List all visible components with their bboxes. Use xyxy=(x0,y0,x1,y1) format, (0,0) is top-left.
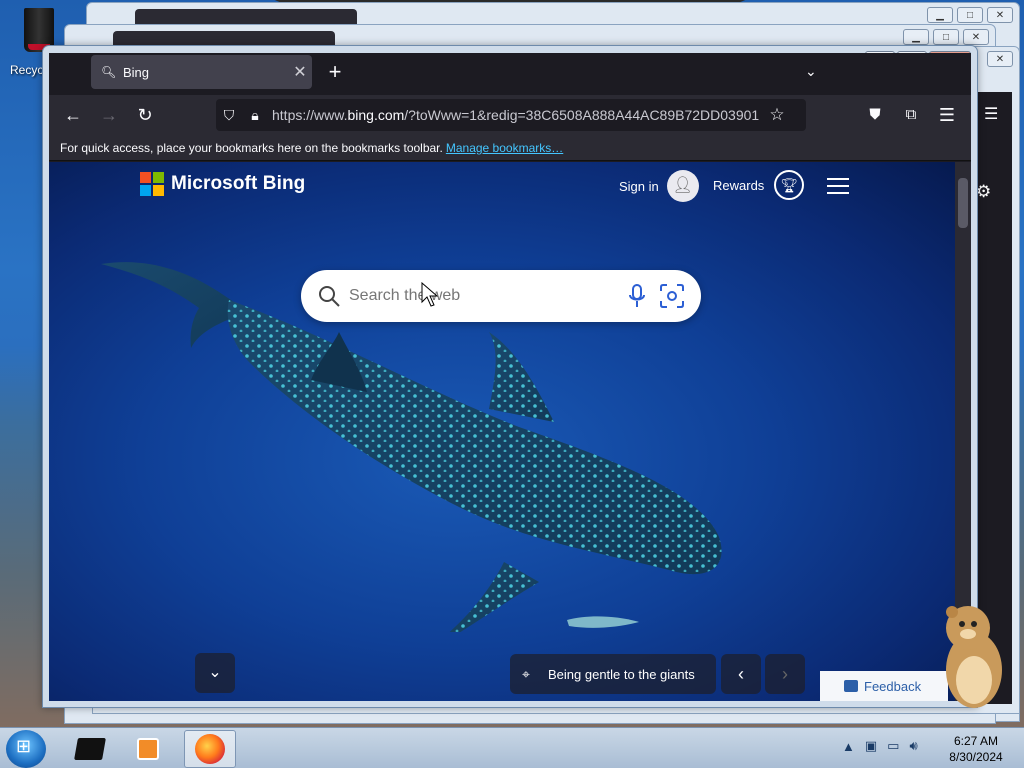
system-tray: ▲ ▣ ▭ 🔊︎ xyxy=(842,738,918,754)
menu-icon[interactable]: ☰ xyxy=(984,104,998,124)
feedback-icon xyxy=(844,680,858,692)
image-caption-button[interactable]: ⌖ Being gentle to the giants xyxy=(510,654,716,694)
visual-search-icon[interactable] xyxy=(659,283,685,309)
lock-icon[interactable]: 🔒︎ xyxy=(242,107,268,124)
microsoft-logo-icon xyxy=(140,172,164,196)
reload-button[interactable]: ↻ xyxy=(131,103,159,127)
app-menu-icon[interactable]: ☰ xyxy=(933,103,961,127)
tab-bing[interactable]: 🔍︎ Bing ✕ xyxy=(91,55,312,89)
scrollbar-thumb[interactable] xyxy=(958,178,968,228)
feedback-label: Feedback xyxy=(864,678,922,694)
minimize-icon[interactable]: ▁ xyxy=(903,29,929,45)
recycle-bin-label: Recyc xyxy=(10,63,44,77)
volume-icon[interactable]: 🔊︎ xyxy=(909,738,917,754)
display-icon[interactable]: ▭ xyxy=(887,738,899,754)
mouse-cursor xyxy=(421,282,439,307)
bing-homepage: Microsoft Bing Sign in 👤︎ Rewards 🏆︎ Sea… xyxy=(49,162,955,701)
start-button[interactable] xyxy=(6,730,46,768)
rewards-label: Rewards xyxy=(713,177,765,193)
background-window-controls: ▁ □ ✕ xyxy=(903,29,989,45)
close-icon[interactable]: ✕ xyxy=(987,51,1013,67)
forward-button[interactable]: → xyxy=(95,103,123,127)
clock-date: 8/30/2024 xyxy=(949,750,1003,764)
background-window-controls: ✕ xyxy=(987,51,1013,67)
taskbar: ▲ ▣ ▭ 🔊︎ 6:27 AM 8/30/2024 xyxy=(0,727,1024,768)
pocket-icon[interactable]: ⛊ xyxy=(861,103,889,127)
bing-logo[interactable]: Microsoft Bing xyxy=(140,172,305,196)
show-hidden-icons-icon[interactable]: ▲ xyxy=(842,739,855,754)
firefox-icon xyxy=(195,734,225,764)
network-adapter-icon[interactable]: ▣ xyxy=(865,738,877,754)
tab-bar: 🔍︎ Bing ✕ + ⌄ xyxy=(49,53,971,93)
url-text[interactable]: https://www.bing.com/?toWww=1&redig=38C6… xyxy=(272,107,762,123)
navigation-toolbar: ← → ↻ ⛉ 🔒︎ https://www.bing.com/?toWww=1… xyxy=(49,95,971,135)
feedback-button[interactable]: Feedback xyxy=(820,671,948,701)
background-window-controls: ▁ □ ✕ xyxy=(927,7,1013,23)
back-button[interactable]: ← xyxy=(59,103,87,127)
terminal-icon xyxy=(74,738,106,760)
browser-window: ▁ □ ✕ 🔍︎ Bing ✕ + ⌄ ← → ↻ ⛉ 🔒︎ https://w… xyxy=(42,45,978,708)
search-box[interactable] xyxy=(301,270,701,322)
trophy-icon: 🏆︎ xyxy=(774,170,805,200)
address-bar[interactable]: ⛉ 🔒︎ https://www.bing.com/?toWww=1&redig… xyxy=(216,99,806,131)
media-player-icon xyxy=(137,738,159,760)
bookmarks-hint: For quick access, place your bookmarks h… xyxy=(60,141,443,155)
close-icon[interactable]: ✕ xyxy=(987,7,1013,23)
sign-in-label: Sign in xyxy=(619,178,659,194)
browser-content: 🔍︎ Bing ✕ + ⌄ ← → ↻ ⛉ 🔒︎ https://www.bin… xyxy=(49,53,971,701)
bing-wordmark: Microsoft Bing xyxy=(171,173,306,194)
clock-time: 6:27 AM xyxy=(953,734,999,748)
rewards-button[interactable]: Rewards 🏆︎ xyxy=(713,170,805,200)
search-icon xyxy=(317,284,341,308)
new-tab-button[interactable]: + xyxy=(323,59,347,85)
hamburger-menu-icon[interactable] xyxy=(827,178,849,194)
hamster-mascot-image xyxy=(946,606,1002,708)
taskbar-app-media-player[interactable] xyxy=(122,730,174,768)
search-input[interactable] xyxy=(349,287,609,305)
taskbar-app-terminal[interactable] xyxy=(64,730,116,768)
next-image-button[interactable]: › xyxy=(765,654,805,694)
gear-icon[interactable]: ⚙ xyxy=(976,182,991,202)
maximize-icon[interactable]: □ xyxy=(957,7,983,23)
bookmarks-toolbar: For quick access, place your bookmarks h… xyxy=(49,135,971,161)
user-avatar-icon: 👤︎ xyxy=(666,170,699,202)
microphone-icon[interactable] xyxy=(627,283,647,309)
location-pin-icon: ⌖ xyxy=(522,665,530,682)
image-caption-text: Being gentle to the giants xyxy=(548,666,695,682)
maximize-icon[interactable]: □ xyxy=(933,29,959,45)
minimize-icon[interactable]: ▁ xyxy=(927,7,953,23)
extensions-icon[interactable]: ⧉ xyxy=(897,103,925,127)
list-all-tabs-icon[interactable]: ⌄ xyxy=(805,63,817,80)
manage-bookmarks-link[interactable]: Manage bookmarks… xyxy=(446,141,563,155)
system-clock[interactable]: 6:27 AM 8/30/2024 xyxy=(936,733,1016,765)
taskbar-app-firefox[interactable] xyxy=(184,730,236,768)
scroll-down-button[interactable]: ⌄ xyxy=(195,653,235,693)
tab-close-icon[interactable]: ✕ xyxy=(288,62,312,82)
bookmark-star-icon[interactable]: ☆ xyxy=(762,105,792,125)
previous-image-button[interactable]: ‹ xyxy=(721,654,761,694)
tracking-protection-icon[interactable]: ⛉ xyxy=(216,107,242,124)
tab-title: Bing xyxy=(123,64,150,80)
sign-in-button[interactable]: Sign in 👤︎ xyxy=(619,170,699,202)
close-icon[interactable]: ✕ xyxy=(963,29,989,45)
search-icon: 🔍︎ xyxy=(101,65,117,79)
